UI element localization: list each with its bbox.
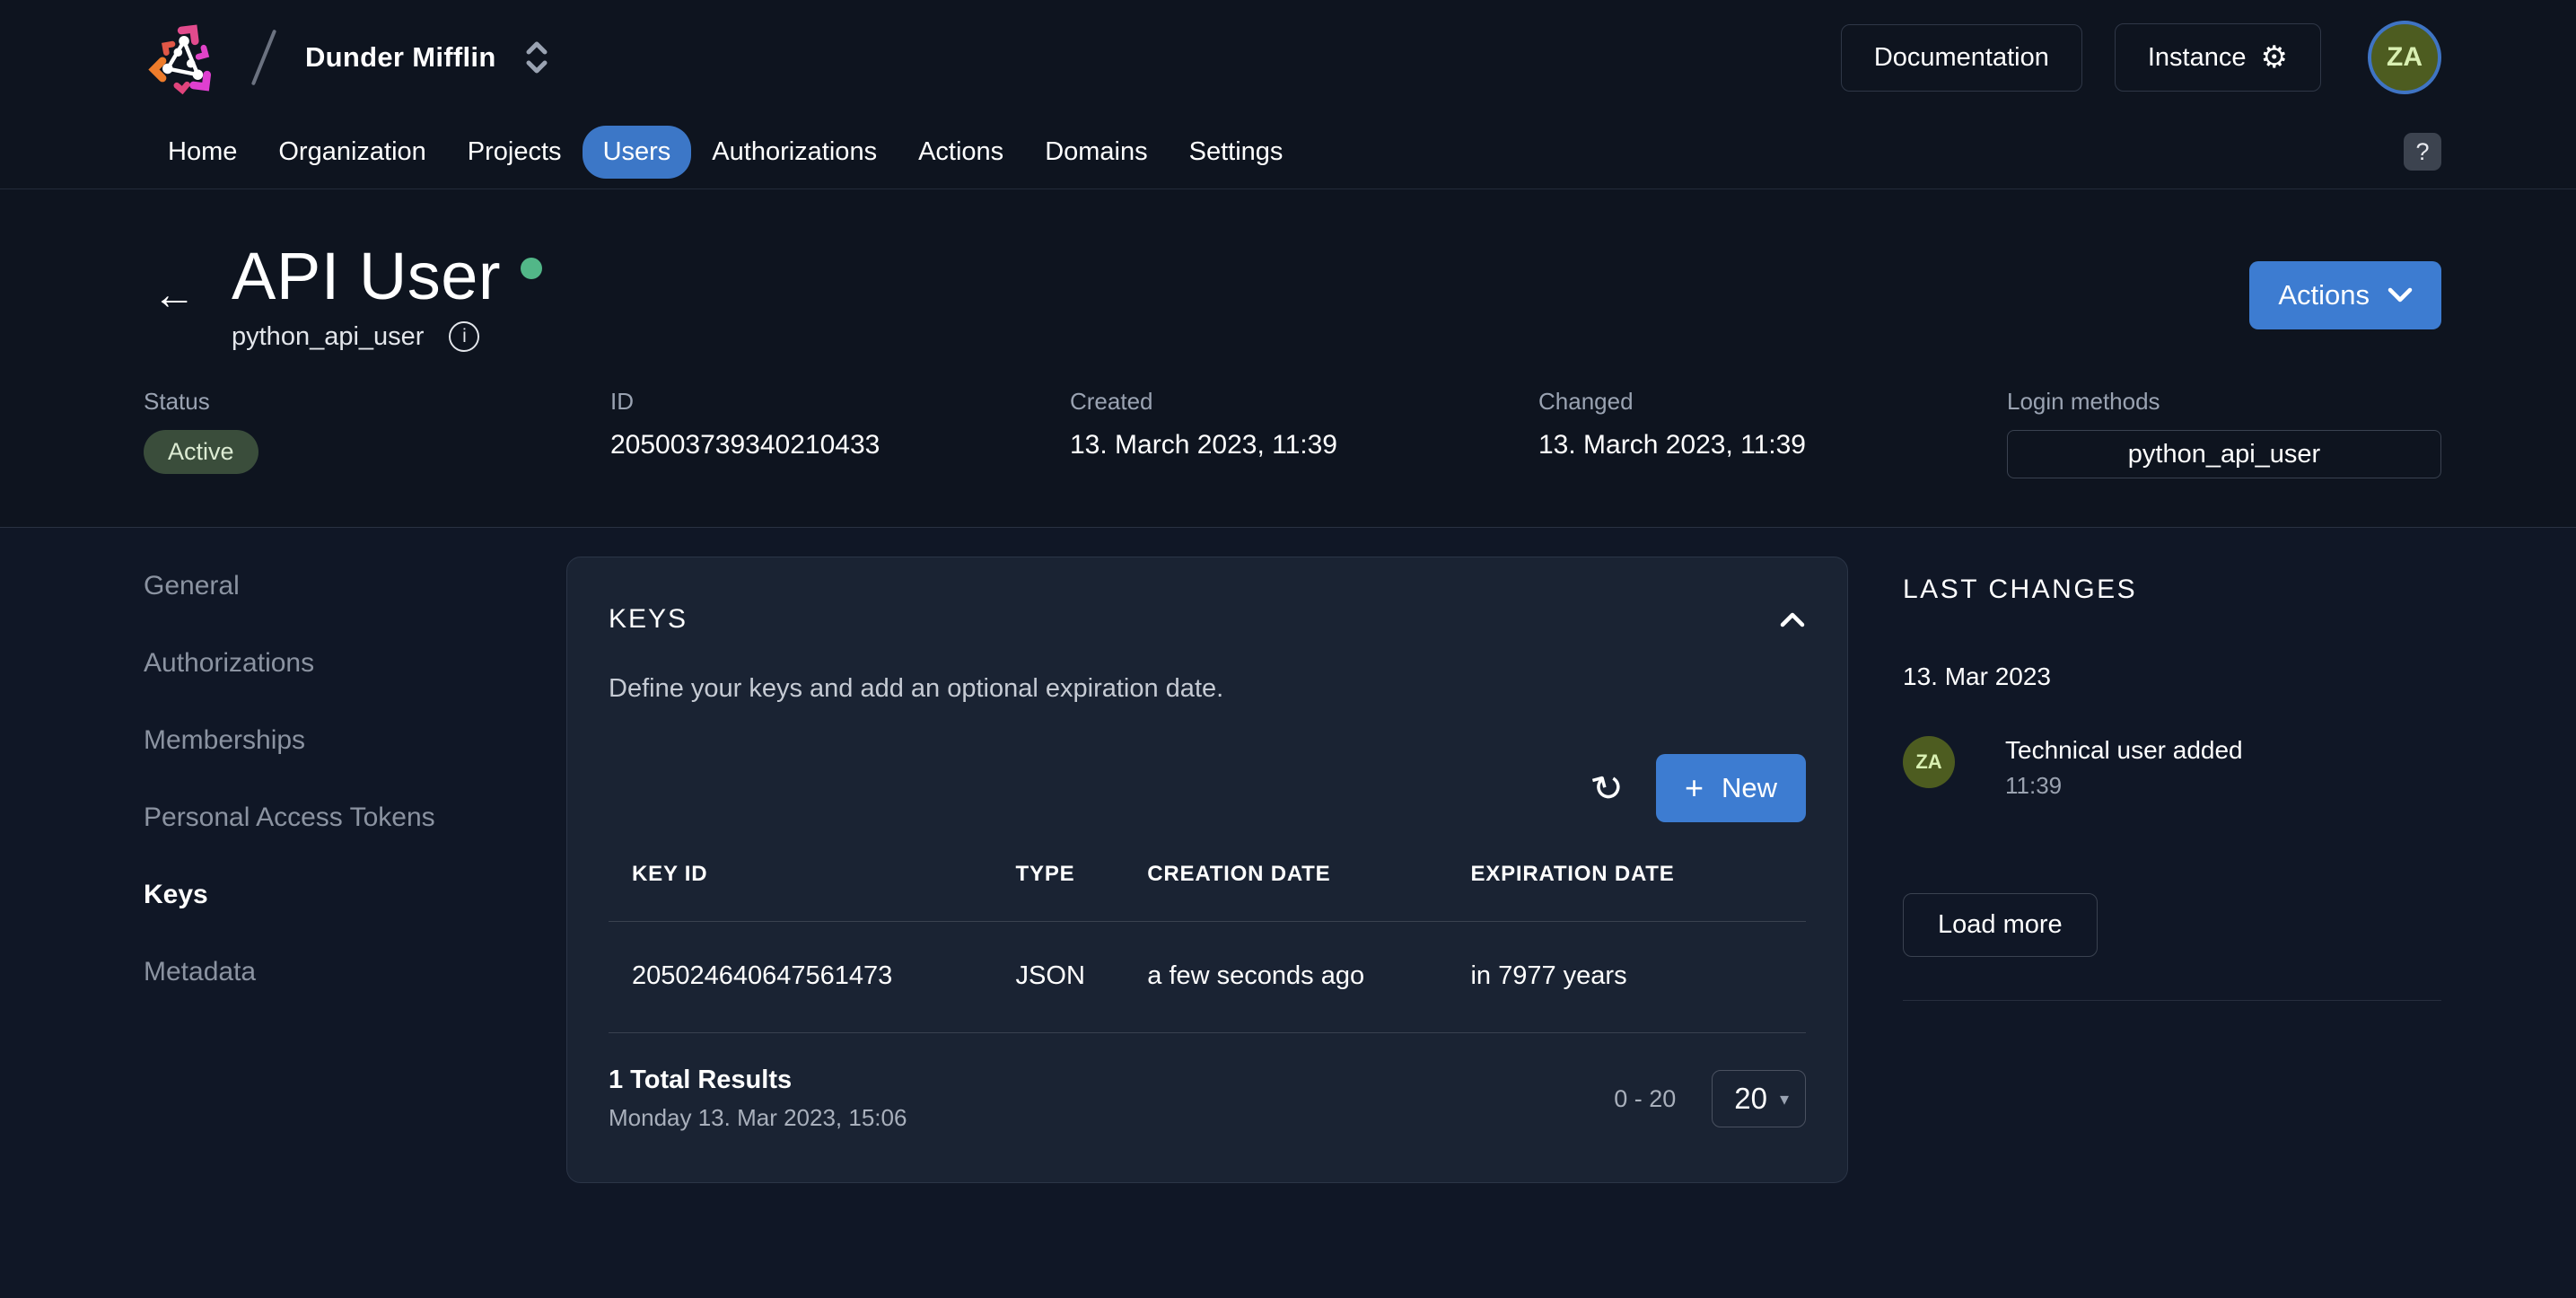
page-size-value: 20 [1734, 1082, 1767, 1116]
page-size-select[interactable]: 20 ▾ [1712, 1070, 1806, 1127]
last-changes-title: LAST CHANGES [1903, 574, 2441, 605]
sidebar-item-memberships[interactable]: Memberships [144, 725, 566, 756]
created-value: 13. March 2023, 11:39 [1070, 430, 1538, 460]
nav-tab-settings[interactable]: Settings [1169, 126, 1304, 179]
gear-icon: ⚙ [2261, 42, 2288, 73]
org-slash-divider [251, 30, 276, 86]
login-methods-label: Login methods [2007, 388, 2441, 416]
page-range: 0 - 20 [1614, 1085, 1676, 1113]
chevron-down-icon [2388, 287, 2413, 303]
caret-down-icon: ▾ [1780, 1088, 1789, 1110]
instance-button[interactable]: Instance ⚙ [2115, 23, 2321, 92]
status-badge: Active [144, 430, 258, 474]
cell-key-id: 205024640647561473 [609, 922, 1016, 1032]
panel-divider [1903, 1000, 2441, 1001]
topbar: Dunder Mifflin Documentation Instance ⚙ … [0, 0, 2576, 115]
keys-card: KEYS Define your keys and add an optiona… [566, 557, 1848, 1183]
changed-value: 13. March 2023, 11:39 [1538, 430, 2007, 460]
login-method-chip: python_api_user [2007, 430, 2441, 478]
header: Dunder Mifflin Documentation Instance ⚙ … [0, 0, 2576, 528]
nav-tab-domains[interactable]: Domains [1024, 126, 1168, 179]
page-title-text: API User [232, 238, 501, 314]
user-info-row: Status Active ID 205003739340210433 Crea… [0, 352, 2576, 527]
back-arrow-icon[interactable]: ← [153, 274, 196, 317]
new-key-button[interactable]: + New [1656, 754, 1806, 822]
active-status-dot-icon [521, 258, 542, 279]
user-avatar[interactable]: ZA [2368, 21, 2441, 94]
id-value: 205003739340210433 [610, 430, 1070, 460]
new-key-label: New [1722, 772, 1777, 804]
org-switcher-updown-icon [525, 39, 548, 75]
refresh-icon[interactable]: ↻ [1588, 766, 1628, 811]
info-icon[interactable]: i [449, 321, 479, 352]
status-label: Status [144, 388, 610, 416]
nav-tab-organization[interactable]: Organization [258, 126, 446, 179]
changed-label: Changed [1538, 388, 2007, 416]
col-header-creation-date: CREATION DATE [1147, 862, 1470, 921]
keys-card-title: KEYS [609, 604, 688, 635]
col-header-key-id: KEY ID [609, 862, 1016, 921]
event-avatar: ZA [1903, 736, 1955, 788]
cell-expiration-date: in 7977 years [1470, 922, 1806, 1032]
actions-label: Actions [2278, 279, 2370, 311]
created-label: Created [1070, 388, 1538, 416]
help-button[interactable]: ? [2404, 133, 2441, 171]
sidebar-item-keys[interactable]: Keys [144, 880, 566, 910]
instance-label: Instance [2148, 43, 2247, 73]
paginator: 1 Total Results Monday 13. Mar 2023, 15:… [609, 1066, 1806, 1132]
main-content: General Authorizations Memberships Perso… [0, 528, 2576, 1183]
table-row[interactable]: 205024640647561473 JSON a few seconds ag… [609, 922, 1806, 1033]
changes-date: 13. Mar 2023 [1903, 662, 2441, 691]
sidebar-item-authorizations[interactable]: Authorizations [144, 648, 566, 679]
nav-tab-projects[interactable]: Projects [447, 126, 583, 179]
col-header-type: TYPE [1016, 862, 1148, 921]
cell-type: JSON [1016, 922, 1148, 1032]
documentation-button[interactable]: Documentation [1841, 24, 2082, 92]
id-column: ID 205003739340210433 [610, 388, 1070, 478]
keys-table-header: KEY ID TYPE CREATION DATE EXPIRATION DAT… [609, 862, 1806, 922]
chevron-up-icon [1779, 610, 1806, 628]
username-subtitle: python_api_user [232, 322, 424, 352]
nav-tab-actions[interactable]: Actions [898, 126, 1024, 179]
sidebar-item-metadata[interactable]: Metadata [144, 957, 566, 987]
nav-tab-users[interactable]: Users [583, 126, 692, 179]
change-event: ZA Technical user added 11:39 [1903, 736, 2441, 800]
keys-card-description: Define your keys and add an optional exp… [609, 674, 1806, 704]
changed-column: Changed 13. March 2023, 11:39 [1538, 388, 2007, 478]
id-label: ID [610, 388, 1070, 416]
col-header-expiration-date: EXPIRATION DATE [1470, 862, 1806, 921]
event-title: Technical user added [2005, 736, 2243, 765]
nav-tab-home[interactable]: Home [147, 126, 258, 179]
load-more-button[interactable]: Load more [1903, 893, 2098, 957]
login-methods-column: Login methods python_api_user [2007, 388, 2441, 478]
plus-icon: + [1685, 772, 1704, 804]
org-name: Dunder Mifflin [305, 41, 496, 74]
cell-creation-date: a few seconds ago [1147, 922, 1470, 1032]
total-results: 1 Total Results [609, 1066, 907, 1095]
detail-sidebar: General Authorizations Memberships Perso… [144, 557, 566, 1183]
page-title: API User [232, 238, 542, 314]
sidebar-item-general[interactable]: General [144, 571, 566, 601]
created-column: Created 13. March 2023, 11:39 [1070, 388, 1538, 478]
results-timestamp: Monday 13. Mar 2023, 15:06 [609, 1104, 907, 1132]
actions-button[interactable]: Actions [2249, 261, 2441, 329]
event-time: 11:39 [2005, 772, 2243, 800]
avatar-initials: ZA [2387, 42, 2423, 73]
zitadel-logo-icon[interactable] [140, 14, 230, 101]
nav-tab-authorizations[interactable]: Authorizations [691, 126, 898, 179]
documentation-label: Documentation [1874, 43, 2049, 73]
main-nav: Home Organization Projects Users Authori… [0, 115, 2576, 189]
user-title-section: ← API User python_api_user i Actions [0, 189, 2576, 352]
status-column: Status Active [144, 388, 610, 478]
sidebar-item-personal-access-tokens[interactable]: Personal Access Tokens [144, 802, 566, 833]
org-switcher[interactable]: Dunder Mifflin [305, 39, 548, 75]
collapse-button[interactable] [1779, 610, 1806, 628]
last-changes-panel: LAST CHANGES 13. Mar 2023 ZA Technical u… [1903, 557, 2441, 1183]
keys-table: KEY ID TYPE CREATION DATE EXPIRATION DAT… [609, 862, 1806, 1033]
